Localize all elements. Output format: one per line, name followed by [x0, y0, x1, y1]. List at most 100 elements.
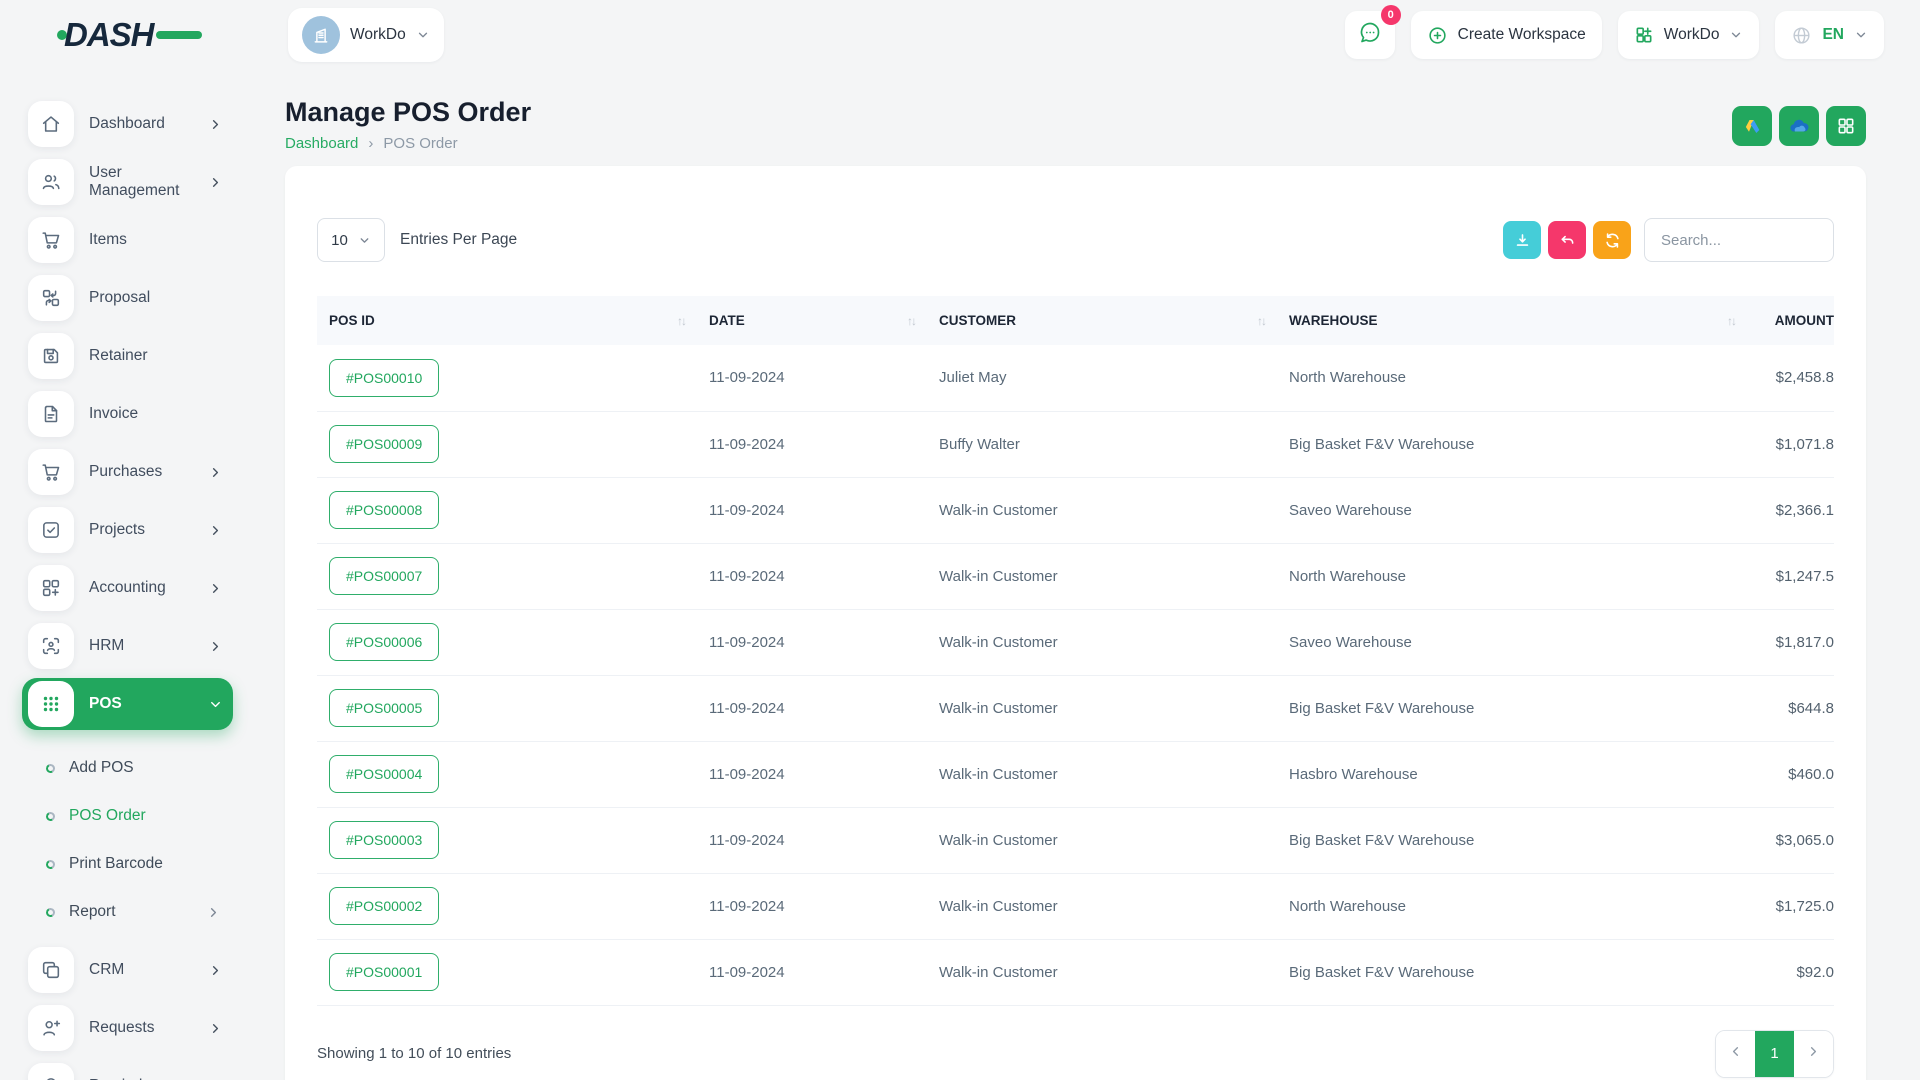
home-icon: [28, 101, 74, 147]
pos-id-link[interactable]: #POS00002: [329, 887, 439, 925]
sidebar-item-dashboard[interactable]: Dashboard: [22, 98, 233, 150]
sidebar-item-projects[interactable]: Projects: [22, 504, 233, 556]
sort-icon: ↑↓: [1727, 314, 1735, 328]
pos-id-link[interactable]: #POS00005: [329, 689, 439, 727]
table-body: #POS0001011-09-2024Juliet MayNorth Wareh…: [317, 345, 1834, 1005]
sidebar-item-user-management[interactable]: User Management: [22, 156, 233, 208]
warehouse-cell: North Warehouse: [1277, 543, 1747, 609]
column-header-customer[interactable]: CUSTOMER↑↓: [927, 296, 1277, 345]
column-header-warehouse[interactable]: WAREHOUSE ↑↓: [1277, 296, 1747, 345]
pos-id-link[interactable]: #POS00009: [329, 425, 439, 463]
chevron-down-icon: [1729, 28, 1743, 42]
sidebar-item-crm[interactable]: CRM: [22, 944, 233, 996]
reminder-icon: [28, 1063, 74, 1080]
search-input[interactable]: [1644, 218, 1834, 262]
sidebar-item-accounting[interactable]: Accounting: [22, 562, 233, 614]
prev-page-button[interactable]: [1716, 1031, 1755, 1077]
table-row: #POS0000511-09-2024Walk-in CustomerBig B…: [317, 675, 1834, 741]
pos-id-link[interactable]: #POS00001: [329, 953, 439, 991]
page-1-button[interactable]: 1: [1755, 1031, 1794, 1077]
date-cell: 11-09-2024: [697, 345, 927, 411]
breadcrumb-dashboard-link[interactable]: Dashboard: [285, 135, 358, 152]
sidebar-item-items[interactable]: Items: [22, 214, 233, 266]
sidebar-item-hrm[interactable]: HRM: [22, 620, 233, 672]
sidebar-item-pos[interactable]: POS: [22, 678, 233, 730]
pos-id-link[interactable]: #POS00007: [329, 557, 439, 595]
sidebar-item-retainer[interactable]: Retainer: [22, 330, 233, 382]
customer-cell: Walk-in Customer: [927, 675, 1277, 741]
sidebar-subitem-report[interactable]: Report: [22, 888, 233, 936]
pos-id-cell: #POS00002: [317, 873, 697, 939]
table-row: #POS0000211-09-2024Walk-in CustomerNorth…: [317, 873, 1834, 939]
customer-cell: Walk-in Customer: [927, 873, 1277, 939]
column-header-pos-id[interactable]: POS ID↑↓: [317, 296, 697, 345]
pos-id-cell: #POS00004: [317, 741, 697, 807]
customer-cell: Buffy Walter: [927, 411, 1277, 477]
pos-id-link[interactable]: #POS00010: [329, 359, 439, 397]
workspace-dropdown[interactable]: WorkDo: [1618, 11, 1760, 59]
customer-cell: Walk-in Customer: [927, 741, 1277, 807]
onedrive-button[interactable]: [1779, 106, 1819, 146]
sidebar-item-label: Dashboard: [89, 115, 193, 133]
sidebar-subitem-print-barcode[interactable]: Print Barcode: [22, 840, 233, 888]
warehouse-cell: Big Basket F&V Warehouse: [1277, 411, 1747, 477]
pos-order-card: 10 Entries Per Page POS ID↑↓DATE↑↓CUSTOM…: [285, 166, 1866, 1080]
quick-actions: [1732, 106, 1866, 146]
warehouse-cell: Big Basket F&V Warehouse: [1277, 807, 1747, 873]
chevron-down-icon: [1854, 28, 1868, 42]
refresh-button[interactable]: [1593, 221, 1631, 259]
pos-id-cell: #POS00001: [317, 939, 697, 1005]
language-dropdown[interactable]: EN: [1775, 11, 1884, 59]
sidebar-subitem-add-pos[interactable]: Add POS: [22, 744, 233, 792]
table-actions: [1496, 218, 1834, 262]
app-logo[interactable]: DASH: [56, 14, 206, 56]
sidebar-item-purchases[interactable]: Purchases: [22, 446, 233, 498]
sidebar-subitem-label: Report: [69, 903, 116, 921]
messages-button[interactable]: 0: [1345, 11, 1395, 59]
sidebar-item-proposal[interactable]: Proposal: [22, 272, 233, 324]
globe-icon: [1791, 25, 1812, 46]
table-header: POS ID↑↓DATE↑↓CUSTOMER↑↓WAREHOUSE↑↓AMOUN…: [317, 296, 1834, 345]
amount-cell: $1,247.5: [1747, 543, 1834, 609]
pos-id-link[interactable]: #POS00003: [329, 821, 439, 859]
next-page-button[interactable]: [1794, 1031, 1833, 1077]
table-row: #POS0000311-09-2024Walk-in CustomerBig B…: [317, 807, 1834, 873]
sidebar-item-reminder[interactable]: Reminder: [22, 1060, 233, 1080]
warehouse-cell: North Warehouse: [1277, 873, 1747, 939]
table-row: #POS0000411-09-2024Walk-in CustomerHasbr…: [317, 741, 1834, 807]
sidebar-item-invoice[interactable]: Invoice: [22, 388, 233, 440]
pos-id-link[interactable]: #POS00004: [329, 755, 439, 793]
pos-id-link[interactable]: #POS00008: [329, 491, 439, 529]
grid-button[interactable]: [1826, 106, 1866, 146]
chevron-right-icon: [208, 639, 223, 654]
column-header-date[interactable]: DATE ↑↓: [697, 296, 927, 345]
sidebar-item-label: User Management: [89, 164, 193, 200]
sidebar-subitem-label: Add POS: [69, 759, 134, 777]
gdrive-icon: [1742, 116, 1763, 137]
chevron-right-icon: [208, 963, 223, 978]
column-label: DATE: [709, 313, 745, 328]
chevron-right-icon: [208, 1021, 223, 1036]
download-button[interactable]: [1503, 221, 1541, 259]
entries-per-page-select[interactable]: 10: [317, 218, 385, 262]
sort-icon: ↑↓: [677, 314, 685, 328]
amount-cell: $1,725.0: [1747, 873, 1834, 939]
gdrive-button[interactable]: [1732, 106, 1772, 146]
bullet-icon: [45, 762, 56, 773]
pos-icon: [28, 681, 74, 727]
sidebar-subitem-pos-order[interactable]: POS Order: [22, 792, 233, 840]
sidebar-item-requests[interactable]: Requests: [22, 1002, 233, 1054]
messages-badge: 0: [1381, 5, 1401, 25]
refresh-icon: [1603, 231, 1622, 250]
create-workspace-button[interactable]: Create Workspace: [1411, 11, 1602, 59]
pos-id-link[interactable]: #POS00006: [329, 623, 439, 661]
proposal-icon: [28, 275, 74, 321]
table-row: #POS0000711-09-2024Walk-in CustomerNorth…: [317, 543, 1834, 609]
date-cell: 11-09-2024: [697, 609, 927, 675]
customer-cell: Walk-in Customer: [927, 543, 1277, 609]
undo-button[interactable]: [1548, 221, 1586, 259]
sort-icon: ↑↓: [907, 314, 915, 328]
warehouse-cell: Hasbro Warehouse: [1277, 741, 1747, 807]
column-label: WAREHOUSE: [1289, 313, 1378, 328]
company-switcher[interactable]: WorkDo: [288, 8, 444, 62]
